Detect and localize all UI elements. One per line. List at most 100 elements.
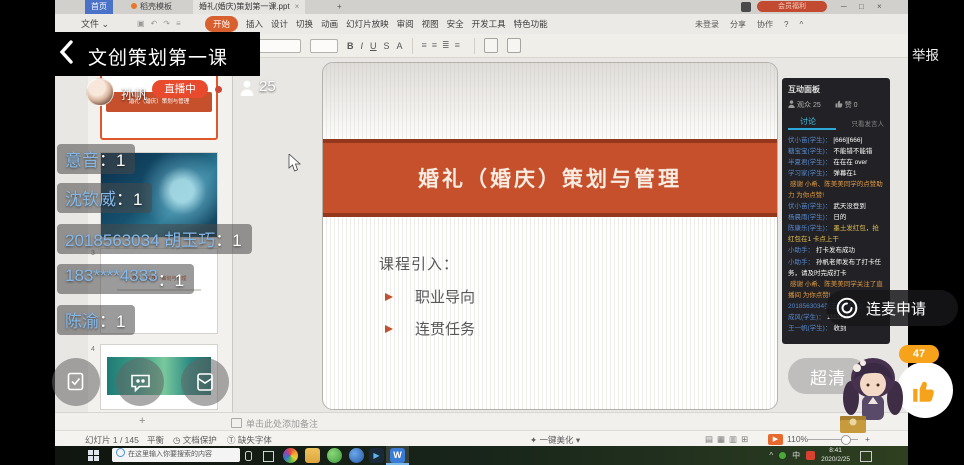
font-size-box[interactable]: [310, 39, 338, 53]
view-mode-icons[interactable]: ▤▦▥⊞: [705, 434, 752, 445]
file-explorer-icon[interactable]: [305, 448, 320, 463]
notes-placeholder[interactable]: 单击此处添加备注: [231, 417, 318, 430]
pinwheel-app-icon[interactable]: [283, 448, 298, 463]
panel-title: 互动面板: [788, 84, 884, 95]
slide-intro: 课程引入：: [379, 253, 475, 274]
close-window-button[interactable]: ×: [877, 0, 882, 14]
panel-message: 感谢 小希、陈美美同学的点赞助力 为你点赞!: [788, 179, 884, 201]
wps-app-icon[interactable]: W: [390, 448, 405, 463]
text-format-buttons: BIUSA: [347, 41, 403, 51]
tray-red-icon[interactable]: [806, 451, 815, 460]
help-button[interactable]: ?: [784, 20, 788, 29]
quick-access-icons[interactable]: ▣↶↷≡: [137, 14, 187, 34]
task-signin-button[interactable]: [52, 358, 100, 406]
teacher-avatar[interactable]: [86, 78, 114, 106]
ribbon-tab[interactable]: 设计: [271, 18, 288, 30]
share-button[interactable]: 分享: [730, 19, 746, 30]
browser-app-icon[interactable]: [349, 448, 364, 463]
missing-font[interactable]: Ⓣ 缺失字体: [227, 434, 272, 446]
file-menu[interactable]: 文件 ⌄: [81, 14, 109, 34]
format-button[interactable]: S: [384, 41, 390, 51]
ribbon-tab[interactable]: 视图: [422, 18, 439, 30]
panel-viewers: 观众 25: [788, 100, 821, 110]
connect-mic-icon: [835, 296, 859, 320]
mouse-cursor: [288, 154, 302, 177]
mic-icon[interactable]: [245, 451, 252, 461]
doc-protect[interactable]: ◷ 文档保护: [173, 434, 217, 446]
back-button[interactable]: [58, 40, 74, 69]
maximize-button[interactable]: □: [859, 0, 864, 14]
format-button[interactable]: U: [370, 41, 377, 51]
ime-indicator[interactable]: 中: [792, 450, 800, 461]
panel-message: 陈意(学生)：好的: [788, 334, 884, 335]
like-button[interactable]: [897, 362, 953, 418]
panel-stats: 观众 25 赞 0: [788, 100, 884, 110]
task-view-button[interactable]: [263, 451, 274, 462]
slide-top-band: [323, 63, 777, 139]
wps-docker-tab[interactable]: 稻壳模板: [125, 0, 178, 14]
start-button[interactable]: [88, 450, 99, 461]
ribbon-tab[interactable]: 动画: [321, 18, 338, 30]
beautify-button[interactable]: ✦ 一键美化 ▾: [530, 434, 580, 446]
collapse-ribbon-icon[interactable]: ^: [799, 20, 803, 29]
slideshow-play-button[interactable]: ▶: [768, 434, 783, 445]
minimize-button[interactable]: ─: [841, 0, 847, 14]
danmaku-message: 2018563034 胡玉巧：1: [57, 224, 252, 254]
wps-home-tab[interactable]: 首页: [85, 0, 113, 14]
tray-expand-icon[interactable]: ^: [769, 451, 773, 460]
teacher-name: 孙帆: [121, 84, 147, 103]
redpacket-button[interactable]: [181, 358, 229, 406]
notes-icon: [231, 418, 242, 428]
danmaku-message: 陈渝：1: [57, 305, 135, 335]
ribbon-tab[interactable]: 切换: [296, 18, 313, 30]
panel-message: 小助手：打卡发布成功: [788, 245, 884, 256]
chat-button[interactable]: [116, 358, 164, 406]
message-icon[interactable]: [741, 2, 751, 12]
ribbon-tab[interactable]: 开始: [205, 16, 238, 32]
align-buttons[interactable]: ≡≡≣≡: [422, 40, 465, 51]
tab-discussion[interactable]: 讨论: [800, 116, 816, 127]
list-icon[interactable]: [484, 38, 498, 53]
new-tab-button[interactable]: +: [331, 0, 348, 14]
danmaku-message: 183****4333：1: [57, 264, 194, 294]
green-app-icon[interactable]: [327, 448, 342, 463]
mic-request-button[interactable]: 连麦申请: [826, 290, 958, 326]
bullet-marker-icon: [385, 293, 393, 301]
panel-message: 糖宝宝(学生)：不能错不能错: [788, 146, 884, 157]
danmaku-message: 沈钦威：1: [57, 183, 152, 213]
zoom-percent[interactable]: 110%: [787, 434, 808, 444]
ribbon-tab[interactable]: 插入: [246, 18, 263, 30]
format-button[interactable]: B: [347, 41, 354, 51]
viewer-icon: [240, 80, 254, 101]
taskbar-search-input[interactable]: 在这里输入你要搜索的内容: [112, 448, 240, 462]
find-icon[interactable]: [507, 38, 521, 53]
ribbon-tab[interactable]: 审阅: [397, 18, 414, 30]
wps-document-tab[interactable]: 婚礼(婚庆)策划第一课.ppt×: [193, 0, 305, 14]
thumbs-up-icon: [910, 375, 940, 405]
close-tab-icon[interactable]: ×: [295, 2, 300, 11]
report-button[interactable]: 举报: [912, 44, 939, 64]
ribbon-tab[interactable]: 特色功能: [514, 18, 548, 30]
panel-message: 杨晨雨(学生)：日的: [788, 212, 884, 223]
tray-green-icon[interactable]: [779, 452, 786, 459]
anime-mascot-sticker: [838, 350, 904, 439]
video-app-icon[interactable]: ▶: [369, 448, 384, 463]
login-button[interactable]: 未登录: [695, 19, 719, 30]
ribbon-tab[interactable]: 幻灯片放映: [346, 18, 389, 30]
ribbon-tab[interactable]: 安全: [447, 18, 464, 30]
notification-dot: [215, 86, 222, 93]
action-center-icon[interactable]: [860, 451, 872, 462]
panel-message: 学习家(学生)：弹幕在1: [788, 168, 884, 179]
ribbon-tab[interactable]: 开发工具: [472, 18, 506, 30]
theme-name[interactable]: 平衡: [147, 434, 164, 446]
stream-title: 文创策划第一课: [88, 43, 228, 70]
add-slide-button[interactable]: +: [139, 415, 145, 427]
format-button[interactable]: I: [361, 41, 364, 51]
main-slide[interactable]: 婚礼（婚庆）策划与管理 课程引入： 职业导向 连贯任务: [322, 62, 778, 410]
tab-filter-speakers[interactable]: 只看发言人: [852, 118, 885, 128]
slide-bullet: 职业导向: [379, 286, 475, 307]
collab-button[interactable]: 协作: [757, 19, 773, 30]
taskbar-clock[interactable]: 8:41 2020/2/25: [821, 447, 850, 464]
format-button[interactable]: A: [397, 41, 403, 51]
member-promo-pill[interactable]: 会员福利: [757, 1, 827, 12]
